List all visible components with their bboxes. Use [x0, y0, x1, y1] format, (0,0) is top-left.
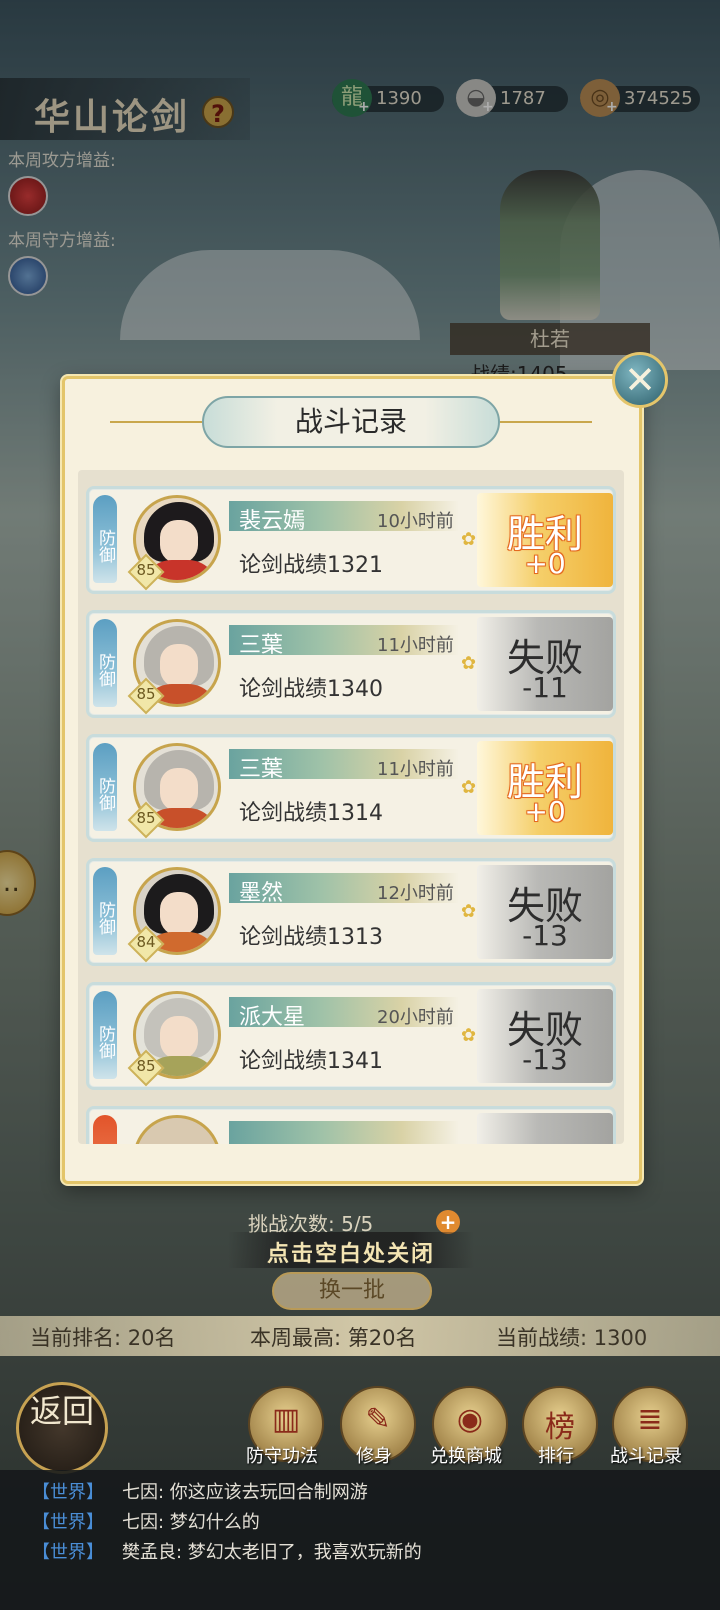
opponent-score: 论剑战绩1314: [239, 801, 383, 826]
result-panel: [477, 1113, 613, 1144]
record-row-partial[interactable]: [86, 1106, 616, 1144]
score-delta: +0: [524, 547, 566, 580]
opponent-score: 论剑战绩1313: [239, 925, 383, 950]
close-icon[interactable]: ✕: [612, 352, 668, 408]
flower-icon: ✿: [461, 1025, 477, 1046]
level-value: 85: [136, 809, 156, 827]
flower-icon: ✿: [461, 777, 477, 798]
chat-channel: 【世界】: [32, 1512, 104, 1533]
defense-tag: 防御: [93, 867, 117, 955]
chat-text: 樊孟良: 梦幻太老旧了，我喜欢玩新的: [122, 1542, 422, 1563]
opponent-name: 三葉: [239, 757, 284, 782]
chat-message: 【世界】 七因: 你这应该去玩回合制网游: [32, 1478, 368, 1504]
record-row[interactable]: 防御 84 墨然 12小时前 论剑战绩1313 ✿ 失败 -13: [86, 858, 616, 966]
defense-tag: 防御: [93, 619, 117, 707]
chat-text: 七因: 梦幻什么的: [122, 1512, 260, 1533]
record-row[interactable]: 防御 85 派大星 20小时前 论剑战绩1341 ✿ 失败 -13: [86, 982, 616, 1090]
defense-tag: 防御: [93, 743, 117, 831]
opponent-name: 三葉: [239, 633, 284, 658]
record-time: 20小时前: [377, 1007, 454, 1028]
refresh-button[interactable]: 换一批: [272, 1272, 432, 1310]
current-score: 当前战绩: 1300: [496, 1326, 648, 1350]
title-decoration: [110, 421, 202, 423]
defense-tag: 防御: [93, 991, 117, 1079]
flower-icon: ✿: [461, 901, 477, 922]
level-value: 85: [136, 561, 156, 579]
opponent-score: 论剑战绩1321: [239, 553, 383, 578]
back-button[interactable]: 返回: [16, 1382, 108, 1474]
record-time: 11小时前: [377, 759, 454, 780]
defense-tag: 防御: [93, 495, 117, 583]
level-value: 85: [136, 685, 156, 703]
record-row[interactable]: 防御 85 三葉 11小时前 论剑战绩1314 ✿ 胜利 +0: [86, 734, 616, 842]
close-hint: 点击空白处关闭: [266, 1242, 435, 1267]
score-delta: -13: [522, 919, 568, 952]
weekly-best: 本周最高: 第20名: [250, 1326, 417, 1350]
record-row[interactable]: 防御 85 三葉 11小时前 论剑战绩1340 ✿ 失败 -11: [86, 610, 616, 718]
score-delta: -11: [522, 671, 568, 704]
menu-label-shop: 兑换商城: [430, 1446, 502, 1467]
level-value: 85: [136, 1057, 156, 1075]
current-rank: 当前排名: 20名: [30, 1326, 176, 1350]
name-bar: [229, 1121, 459, 1144]
menu-label-battle-record: 战斗记录: [610, 1446, 682, 1467]
record-time: 12小时前: [377, 883, 454, 904]
record-time: 10小时前: [377, 511, 454, 532]
title-decoration: [500, 421, 592, 423]
score-delta: +0: [524, 795, 566, 828]
flower-icon: ✿: [461, 653, 477, 674]
chat-message: 【世界】 樊孟良: 梦幻太老旧了，我喜欢玩新的: [32, 1538, 422, 1564]
chat-message: 【世界】 七因: 梦幻什么的: [32, 1508, 260, 1534]
score-delta: -13: [522, 1043, 568, 1076]
opponent-name: 裴云嫣: [239, 509, 306, 534]
flower-icon: ✿: [461, 529, 477, 550]
opponent-name: 派大星: [239, 1005, 306, 1030]
opponent-score: 论剑战绩1340: [239, 677, 383, 702]
record-time: 11小时前: [377, 635, 454, 656]
level-value: 84: [136, 933, 156, 951]
opponent-score: 论剑战绩1341: [239, 1049, 383, 1074]
record-row[interactable]: 防御 85 裴云嫣 10小时前 论剑战绩1321 ✿ 胜利 +0: [86, 486, 616, 594]
modal-title: 战斗记录: [294, 405, 407, 438]
chat-channel: 【世界】: [32, 1542, 104, 1563]
add-challenge-button[interactable]: +: [436, 1210, 460, 1234]
attack-tag: [93, 1115, 117, 1144]
menu-label-cultivate: 修身: [356, 1446, 392, 1467]
chat-channel: 【世界】: [32, 1482, 104, 1503]
chat-text: 七因: 你这应该去玩回合制网游: [122, 1482, 368, 1503]
opponent-avatar[interactable]: [133, 1115, 221, 1144]
menu-label-ranking: 排行: [538, 1446, 574, 1467]
opponent-name: 墨然: [239, 881, 284, 906]
menu-label-defense-skill: 防守功法: [246, 1446, 318, 1467]
record-list[interactable]: 防御 85 裴云嫣 10小时前 论剑战绩1321 ✿ 胜利 +0 防御 85 三…: [78, 470, 624, 1144]
